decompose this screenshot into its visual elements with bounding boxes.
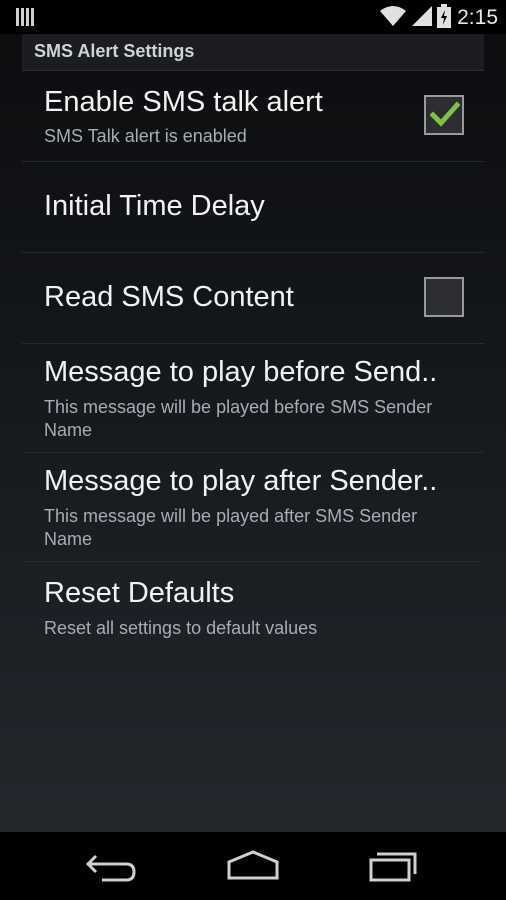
- screen: 2:15 SMS Alert Settings Enable SMS talk …: [0, 0, 506, 900]
- status-time: 2:15: [457, 6, 498, 29]
- pref-read-sms-content[interactable]: Read SMS Content: [22, 253, 484, 344]
- pref-summary: Reset all settings to default values: [44, 618, 318, 638]
- checkmark-icon: [430, 101, 460, 127]
- pref-title: Message to play before Send..: [44, 356, 438, 388]
- pref-initial-time-delay[interactable]: Initial Time Delay: [22, 162, 484, 253]
- pref-summary: This message will be played after SMS Se…: [44, 506, 418, 549]
- pref-title: Message to play after Sender..: [44, 465, 438, 497]
- pref-summary: SMS Talk alert is enabled: [44, 126, 247, 146]
- pref-title: Initial Time Delay: [44, 190, 265, 222]
- pref-message-before-sender[interactable]: Message to play before Send.. This messa…: [22, 344, 484, 453]
- category-header: SMS Alert Settings: [22, 34, 484, 71]
- wifi-icon: [379, 5, 407, 31]
- pref-title: Read SMS Content: [44, 281, 294, 313]
- read-sms-content-checkbox[interactable]: [424, 277, 464, 317]
- enable-sms-talk-alert-checkbox[interactable]: [424, 95, 464, 135]
- settings-content: SMS Alert Settings Enable SMS talk alert…: [0, 34, 506, 832]
- home-icon[interactable]: [223, 848, 283, 884]
- pref-reset-defaults[interactable]: Reset Defaults Reset all settings to def…: [22, 562, 484, 652]
- pref-title: Enable SMS talk alert: [44, 86, 323, 118]
- status-icons: 2:15: [375, 4, 498, 32]
- pref-summary: This message will be played before SMS S…: [44, 397, 433, 440]
- battery-icon: [437, 4, 452, 32]
- navigation-bar: [0, 832, 506, 900]
- recent-apps-icon[interactable]: [365, 848, 425, 884]
- status-bar: 2:15: [0, 0, 506, 34]
- category-title: SMS Alert Settings: [34, 41, 195, 61]
- notification-icon: [16, 8, 36, 30]
- back-icon[interactable]: [82, 848, 142, 884]
- signal-icon: [411, 5, 433, 31]
- pref-enable-sms-talk-alert[interactable]: Enable SMS talk alert SMS Talk alert is …: [22, 70, 484, 162]
- pref-title: Reset Defaults: [44, 577, 235, 609]
- pref-message-after-sender[interactable]: Message to play after Sender.. This mess…: [22, 453, 484, 562]
